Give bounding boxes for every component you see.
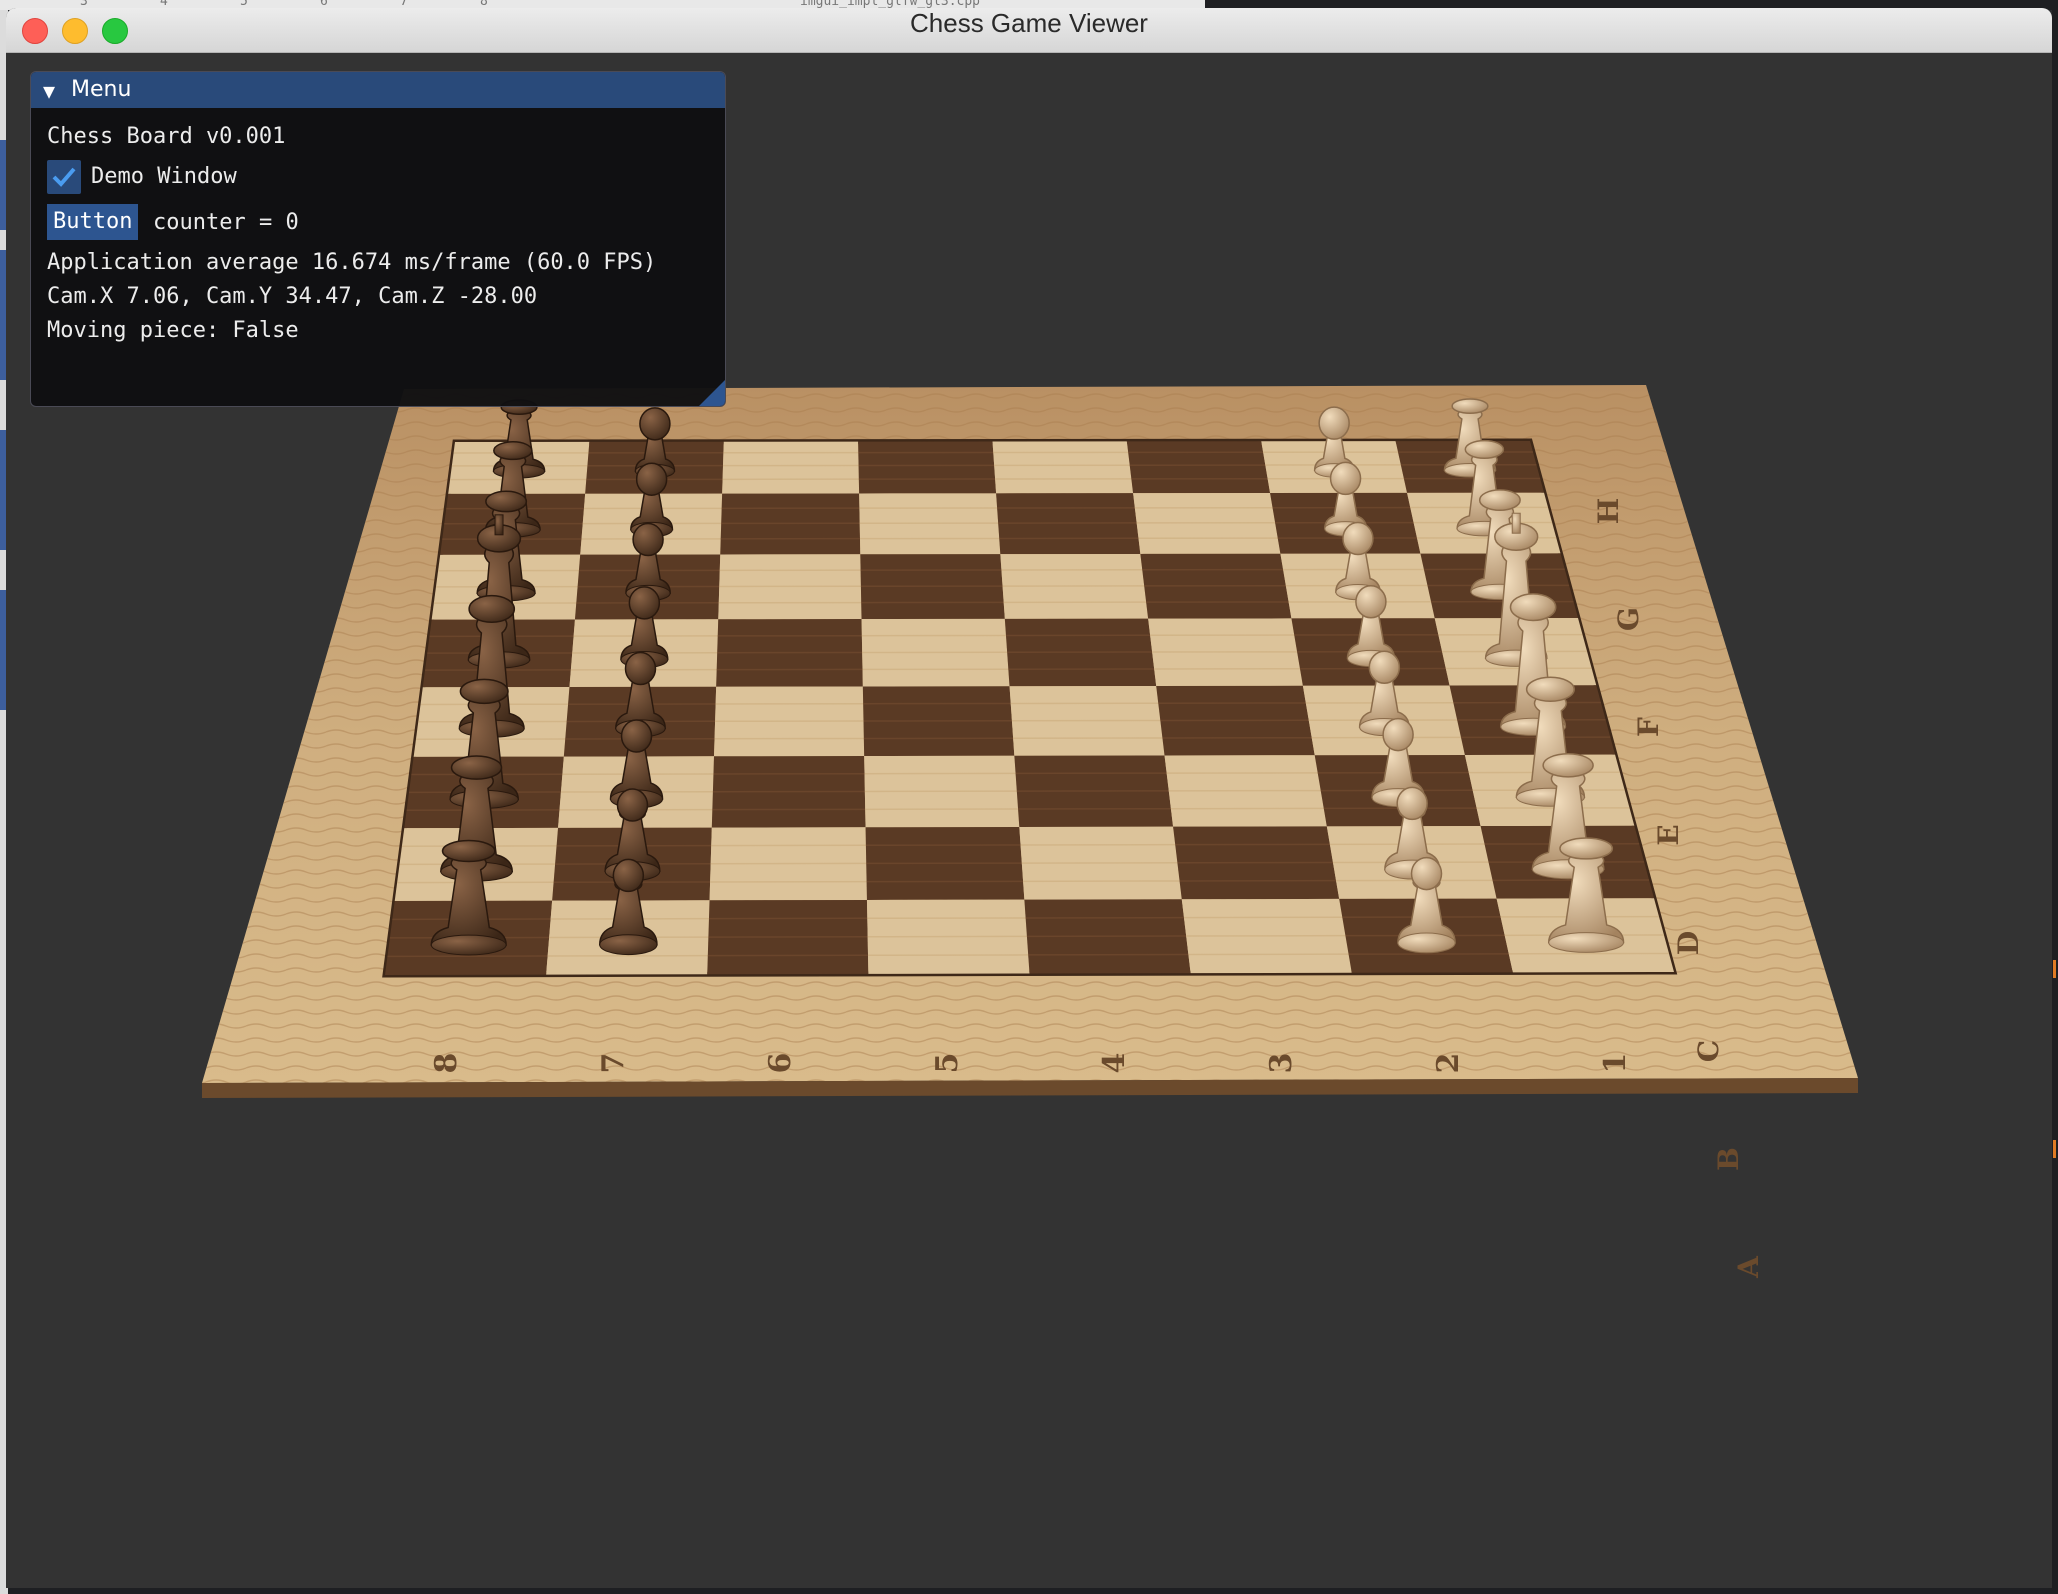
piece-head <box>1382 717 1414 752</box>
piece-head <box>1478 489 1521 512</box>
piece-head <box>468 594 516 624</box>
rank-label: 3 <box>1264 1053 1299 1074</box>
king-cross <box>494 514 504 536</box>
background-editor-bottom <box>8 1588 2058 1594</box>
piece-head <box>1396 786 1428 821</box>
dark-square[interactable] <box>1126 441 1271 494</box>
light-square[interactable] <box>992 441 1134 494</box>
piece-head <box>612 858 645 893</box>
collapse-triangle-icon[interactable]: ▼ <box>43 79 55 103</box>
rank-label: 1 <box>1598 1053 1633 1074</box>
piece-head <box>459 678 509 705</box>
background-editor-gutter <box>2052 0 2058 1594</box>
counter-text: counter = 0 <box>153 210 299 235</box>
file-label: D <box>1672 931 1705 955</box>
file-label: C <box>1692 1040 1725 1062</box>
piece-head <box>1329 461 1362 496</box>
piece-head <box>1525 676 1575 703</box>
piece-head <box>639 407 671 441</box>
demo-window-label: Demo Window <box>91 164 237 189</box>
piece-head <box>1368 650 1401 684</box>
piece-head <box>616 788 649 822</box>
camera-position-text: Cam.X 7.06, Cam.Y 34.47, Cam.Z -28.00 <box>47 284 538 309</box>
rank-label: 2 <box>1431 1053 1466 1074</box>
chess-viewer-window: Chess Game Viewer 8 7 6 5 4 3 2 1 H G F … <box>6 8 2052 1588</box>
piece-head <box>1410 856 1443 891</box>
fps-text: Application average 16.674 ms/frame (60.… <box>47 250 657 275</box>
piece-head <box>1464 439 1505 459</box>
file-label: E <box>1652 824 1685 845</box>
piece-base <box>599 934 658 956</box>
file-label: B <box>1712 1147 1745 1171</box>
piece-head <box>628 586 661 620</box>
piece-head <box>1342 521 1374 556</box>
rank-label: 5 <box>930 1053 965 1074</box>
version-text: Chess Board v0.001 <box>47 124 286 149</box>
piece-head <box>493 441 533 461</box>
light-square[interactable] <box>722 441 860 494</box>
piece-head <box>485 490 528 513</box>
rank-label: 8 <box>429 1053 464 1074</box>
title-bar[interactable]: Chess Game Viewer <box>6 8 2052 53</box>
piece-head <box>1509 593 1557 622</box>
piece-head <box>1559 837 1614 860</box>
moving-piece-text: Moving piece: False <box>47 318 299 343</box>
window-title: Chess Game Viewer <box>910 8 1148 38</box>
piece-head <box>1355 585 1387 619</box>
menu-panel-title: Menu <box>71 77 132 102</box>
menu-panel[interactable]: ▼ Menu Chess Board v0.001 Demo Window Bu… <box>30 71 726 407</box>
rank-label: 7 <box>596 1053 631 1074</box>
demo-window-checkbox[interactable] <box>47 160 81 194</box>
piece-head <box>1318 406 1350 440</box>
piece-head <box>632 522 664 557</box>
checkmark-icon <box>52 167 76 187</box>
file-label: F <box>1632 717 1665 737</box>
piece-head <box>1451 398 1489 415</box>
file-label: G <box>1612 607 1645 631</box>
counter-button[interactable]: Button <box>47 204 139 240</box>
rank-label: 6 <box>763 1053 798 1074</box>
piece-head <box>624 651 657 686</box>
piece-head <box>635 462 668 496</box>
piece-head <box>450 755 503 780</box>
piece-head <box>620 719 653 753</box>
menu-panel-header[interactable]: ▼ Menu <box>31 72 725 108</box>
file-label: A <box>1732 1255 1765 1279</box>
dark-square[interactable] <box>858 441 997 494</box>
piece-base <box>1397 932 1456 954</box>
piece-base <box>430 934 507 956</box>
file-label: H <box>1592 498 1625 524</box>
king-cross <box>1511 512 1521 534</box>
piece-base <box>1548 932 1625 953</box>
rank-label: 4 <box>1097 1053 1132 1074</box>
piece-head <box>1542 752 1594 778</box>
piece-head <box>441 839 496 863</box>
resize-grip[interactable] <box>699 380 725 406</box>
